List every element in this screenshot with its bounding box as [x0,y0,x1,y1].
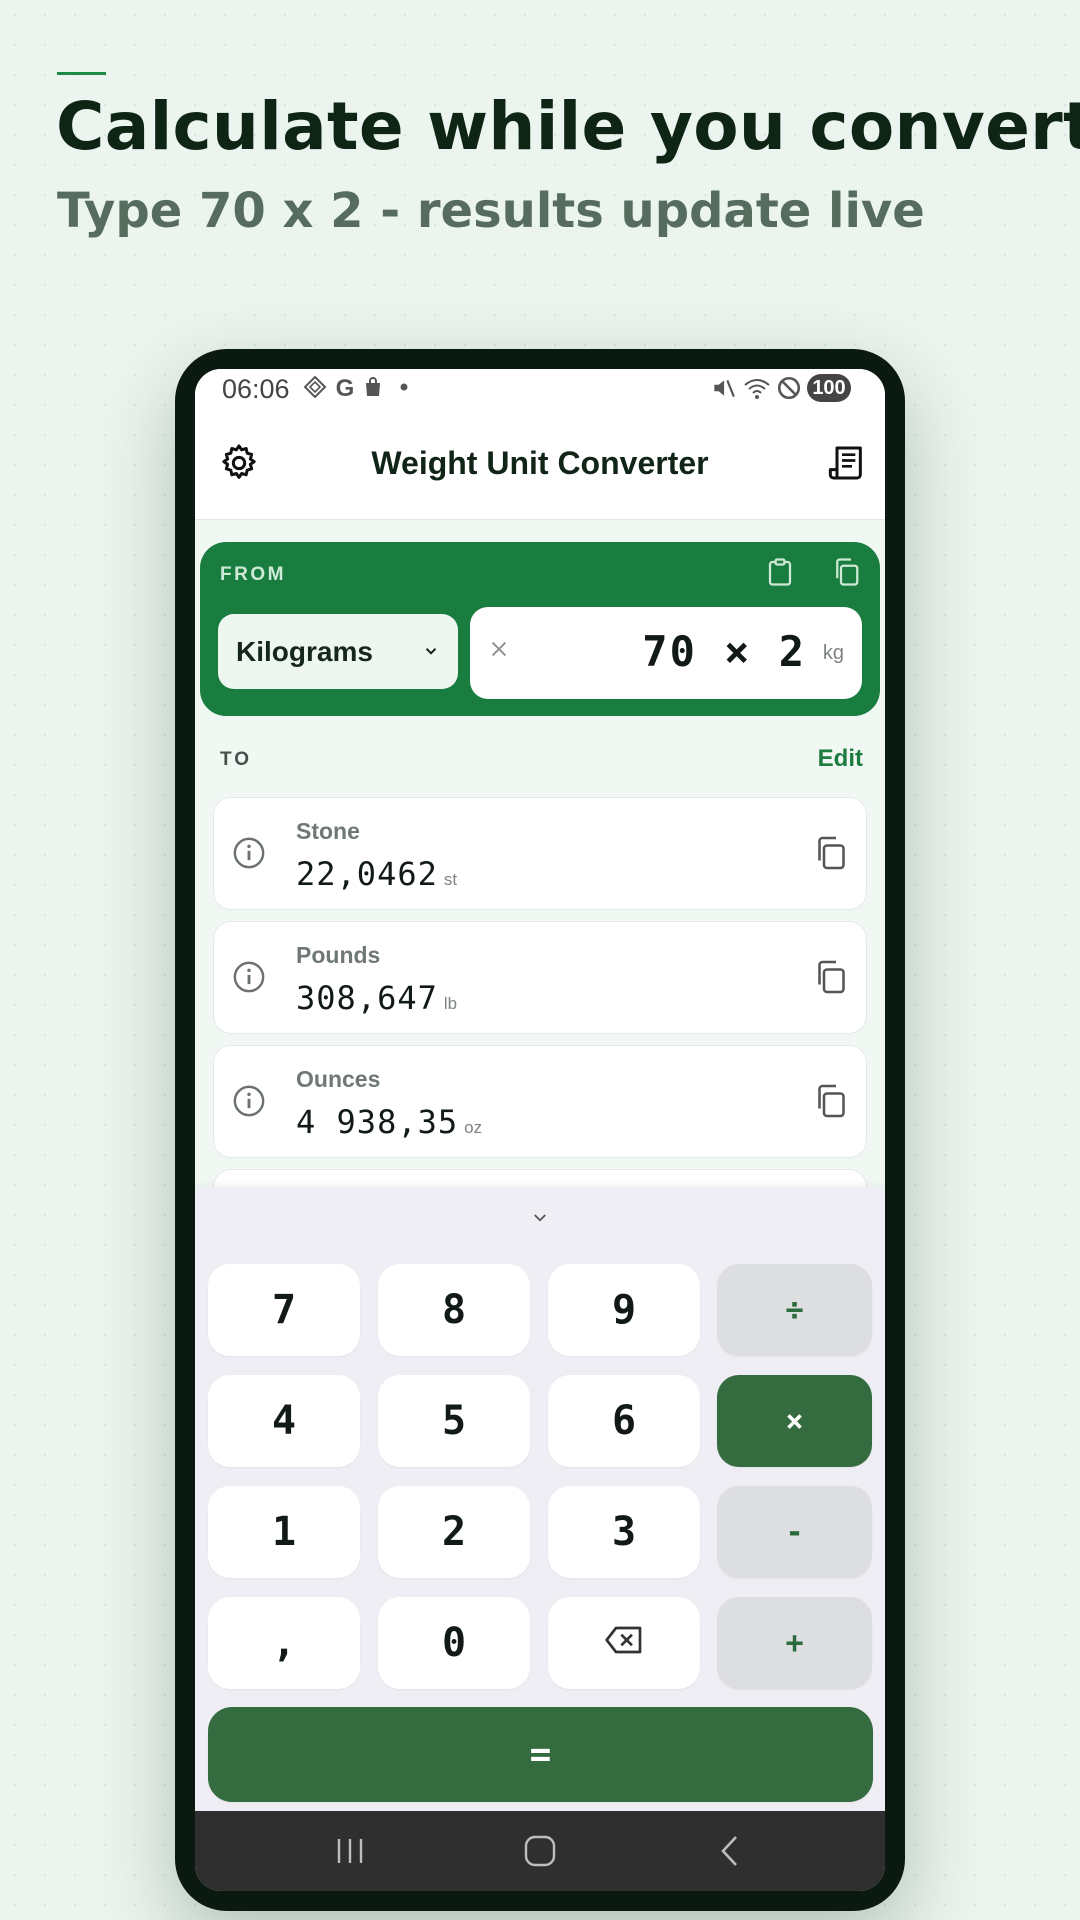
receipt-icon [827,443,867,488]
status-bar: 06:06 G 100 [195,369,885,411]
result-value: 308,647 [296,979,438,1017]
promo-subhead: Type 70 x 2 - results update live [57,183,925,239]
info-icon[interactable] [232,1084,266,1123]
google-icon: G [335,375,355,402]
result-unit-symbol: lb [443,994,458,1013]
key-1[interactable]: 1 [208,1486,360,1578]
home-button[interactable] [510,1831,570,1871]
key-7[interactable]: 7 [208,1264,360,1356]
key-3[interactable]: 3 [548,1486,700,1578]
phone-screen: 06:06 G 100 Weight Unit Converter FROM K… [195,369,885,1891]
recent-apps-button[interactable] [320,1831,380,1871]
paste-button[interactable] [752,546,808,602]
key-add[interactable]: + [717,1597,872,1689]
key-divide[interactable]: ÷ [717,1264,872,1356]
dot-icon [390,375,418,403]
app-bar: Weight Unit Converter [195,411,885,520]
app-title: Weight Unit Converter [371,445,709,481]
backspace-icon [604,1620,644,1666]
result-unit-name: Ounces [296,1066,381,1092]
history-button[interactable] [819,437,875,493]
result-unit-symbol: oz [464,1118,483,1137]
result-value: 22,0462 [296,855,438,893]
copy-icon[interactable] [812,958,848,1001]
key-4[interactable]: 4 [208,1375,360,1467]
chevron-down-icon [422,642,440,665]
copy-icon[interactable] [812,1082,848,1125]
keypad: 7 8 9 ÷ 4 5 6 × 1 2 3 - , 0 + = [195,1187,885,1811]
key-subtract[interactable]: - [717,1486,872,1578]
result-value-row: 22,0462 st [296,855,457,893]
result-card-ounces: Ounces 4 938,35 oz [213,1045,867,1158]
copy-icon[interactable] [812,834,848,877]
from-unit-value: Kilograms [236,636,373,667]
collapse-keypad-button[interactable] [520,1203,560,1233]
from-unit-select[interactable]: Kilograms [218,614,458,689]
back-button[interactable] [700,1831,760,1871]
accent-line [57,72,106,75]
from-label: FROM [220,564,286,585]
copy-icon [831,556,861,593]
result-unit-name: Pounds [296,942,381,968]
key-2[interactable]: 2 [378,1486,530,1578]
back-icon [721,1836,737,1866]
key-comma[interactable]: , [208,1597,360,1689]
shopping-bag-icon [359,375,387,403]
mute-icon [709,375,737,403]
key-6[interactable]: 6 [548,1375,700,1467]
close-icon [491,641,507,657]
result-value-row: 308,647 lb [296,979,457,1017]
battery-indicator: 100 [807,374,851,402]
key-equals[interactable]: = [208,1707,873,1802]
recent-apps-icon [337,1839,363,1863]
expression-value: 70 × 2 [642,627,806,676]
copy-input-button[interactable] [818,546,874,602]
info-icon[interactable] [232,836,266,875]
key-backspace[interactable] [548,1597,700,1689]
result-value-row: 4 938,35 oz [296,1103,482,1141]
to-label: TO [220,749,253,770]
wifi-icon [743,375,771,403]
chevron-down-icon [534,1214,546,1222]
result-card-pounds: Pounds 308,647 lb [213,921,867,1034]
key-5[interactable]: 5 [378,1375,530,1467]
result-unit-symbol: st [443,870,458,889]
phone-frame: 06:06 G 100 Weight Unit Converter FROM K… [175,349,905,1911]
clear-button[interactable] [488,635,510,667]
status-time: 06:06 [222,374,290,404]
edit-button[interactable]: Edit [818,745,863,773]
result-unit-name: Stone [296,818,360,844]
key-8[interactable]: 8 [378,1264,530,1356]
dnd-icon [775,375,803,403]
key-0[interactable]: 0 [378,1597,530,1689]
key-9[interactable]: 9 [548,1264,700,1356]
paste-icon [765,556,795,593]
result-value: 4 938,35 [296,1103,459,1141]
expression-input[interactable]: 70 × 2 kg [470,607,862,699]
from-card: FROM Kilograms 70 × 2 kg [200,542,880,716]
system-nav-bar [195,1811,885,1891]
app-icon [301,375,329,403]
expression-unit: kg [822,642,844,664]
home-icon [524,1835,556,1867]
key-multiply[interactable]: × [717,1375,872,1467]
info-icon[interactable] [232,960,266,999]
promo-headline: Calculate while you convert [56,88,1080,165]
result-card-stone: Stone 22,0462 st [213,797,867,910]
